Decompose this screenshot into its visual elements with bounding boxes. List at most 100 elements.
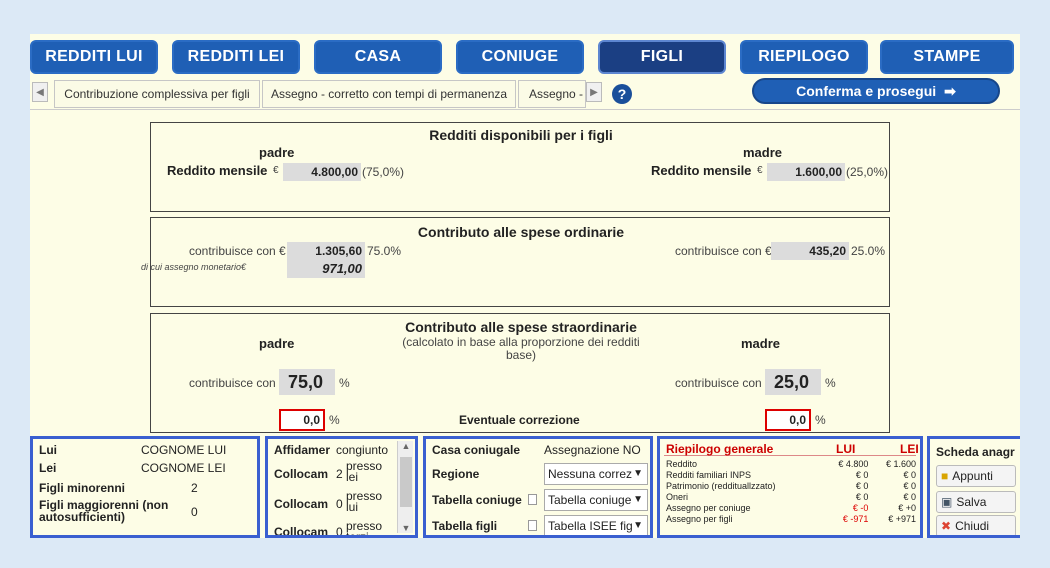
scroll-down-icon[interactable]: ▼ <box>398 523 414 533</box>
collocamento-3-label: Collocam <box>274 525 329 538</box>
panel-redditi-disponibili: Redditi disponibili per i figli padre ma… <box>150 122 890 212</box>
tabella-figli-select[interactable]: Tabella ISEE fig ▼ <box>544 515 648 535</box>
tabella-figli-label: Tabella figli <box>432 519 498 533</box>
tabella-figli-value: Tabella ISEE fig <box>548 519 633 533</box>
padre-corr-pct: % <box>329 413 340 427</box>
madre-reddito-value: 1.600,00 <box>767 163 845 181</box>
panel-riepilogo-generale: Riepilogo generale LUI LEI Reddito € 4.80… <box>657 436 923 538</box>
riepilogo-cell-label: Oneri <box>666 492 689 502</box>
tab-assegno-corretto[interactable]: Assegno - corretto con tempi di permanen… <box>262 80 516 108</box>
riepilogo-row: Patrimonio (reddituallzzato) € 0 € 0 <box>664 481 918 492</box>
riepilogo-cell-label: Assegno per coniuge <box>666 503 751 513</box>
panel-subtitle: (calcolato in base alla proporzione dei … <box>402 335 640 362</box>
riepilogo-cell-lui: € -0 <box>852 503 869 513</box>
nav-redditi-lui[interactable]: REDDITI LUI <box>30 40 158 74</box>
tabella-coniuge-select[interactable]: Tabella coniuge ▼ <box>544 489 648 511</box>
madre-contrib-label: contribuisce con <box>675 376 762 390</box>
panel-spese-straordinarie: Contributo alle spese straordinarie (cal… <box>150 313 890 433</box>
nav-stampe[interactable]: STAMPE <box>880 40 1014 74</box>
panel-scheda: Scheda anagr ■ Appunti ▣ Salva ✖ Chiudi <box>927 436 1020 538</box>
riepilogo-cell-label: Redditi familiari INPS <box>666 470 752 480</box>
padre-reddito-value: 4.800,00 <box>283 163 361 181</box>
riepilogo-lei: LEI <box>900 442 919 456</box>
appunti-button[interactable]: ■ Appunti <box>936 465 1016 487</box>
arrow-right-icon: ➡ <box>944 82 956 99</box>
tab-assegno[interactable]: Assegno - <box>518 80 586 108</box>
madre-label: madre <box>741 336 781 351</box>
collocamento-2-value: presso lui <box>346 489 383 514</box>
madre-contrib-pct-value[interactable]: 25,0 <box>765 369 821 395</box>
madre-contrib-pct: 25.0% <box>851 244 886 258</box>
padre-contrib-pct: 75.0% <box>367 244 402 258</box>
padre-correzione-input[interactable]: 0,0 <box>279 409 325 431</box>
affidamento-label: Affidamer <box>274 443 331 457</box>
main-nav: REDDITI LUI REDDITI LEI CASA CONIUGE FIG… <box>30 40 1020 74</box>
riepilogo-cell-lui: € 0 <box>855 470 869 480</box>
riepilogo-row: Redditi familiari INPS € 0 € 0 <box>664 470 918 481</box>
nav-figli[interactable]: FIGLI <box>598 40 726 74</box>
chiudi-button[interactable]: ✖ Chiudi <box>936 515 1016 535</box>
minori-value: 2 <box>191 481 198 495</box>
scheda-title: Scheda anagr <box>936 445 1015 459</box>
scroll-up-icon[interactable]: ▲ <box>398 441 414 451</box>
save-icon: ▣ <box>941 495 953 509</box>
chevron-down-icon: ▼ <box>633 520 643 531</box>
padre-contrib-value: 1.305,60 <box>287 242 365 260</box>
nav-riepilogo[interactable]: RIEPILOGO <box>740 40 868 74</box>
riepilogo-cell-lei: € 0 <box>903 470 916 480</box>
document-icon[interactable] <box>528 520 537 531</box>
riepilogo-table: Reddito € 4.800 € 1.600 Redditi familiari I… <box>664 459 918 525</box>
scrollbar[interactable]: ▲ ▼ <box>397 441 413 533</box>
help-icon[interactable]: ? <box>612 84 632 104</box>
regione-select[interactable]: Nessuna correz ▼ <box>544 463 648 485</box>
collocamento-1-num: 2 <box>336 467 343 481</box>
confirm-button[interactable]: Conferma e prosegui ➡ <box>752 78 1000 104</box>
confirm-label: Conferma e prosegui <box>796 83 937 99</box>
padre-contrib-label: contribuisce con € <box>189 244 286 258</box>
madre-contrib-value: 435,20 <box>771 242 849 260</box>
casa-label: Casa coniugale <box>432 443 521 457</box>
lui-label: Lui <box>39 443 57 457</box>
lei-value: COGNOME LEI <box>141 461 226 475</box>
padre-label: padre <box>259 145 295 160</box>
lei-label: Lei <box>39 461 57 475</box>
regione-select-value: Nessuna correz <box>548 467 633 481</box>
panel-spese-ordinarie: Contributo alle spese ordinarie contribu… <box>141 217 890 307</box>
app-window: REDDITI LUI REDDITI LEI CASA CONIUGE FIG… <box>30 34 1020 538</box>
riepilogo-cell-lei: € +0 <box>898 503 916 513</box>
padre-label: padre <box>259 336 295 351</box>
panel-title: Contributo alle spese straordinarie <box>405 319 637 335</box>
riepilogo-cell-label: Assegno per figli <box>666 514 733 524</box>
chiudi-label: Chiudi <box>955 519 990 533</box>
regione-label: Regione <box>432 467 480 481</box>
riepilogo-cell-lei: € 0 <box>903 492 916 502</box>
padre-contrib-label: contribuisce con <box>189 376 276 390</box>
panel-title: Redditi disponibili per i figli <box>429 127 613 143</box>
madre-reddito-label: Reddito mensile <box>651 163 752 178</box>
padre-contrib-pct-value[interactable]: 75,0 <box>279 369 335 395</box>
nav-coniuge[interactable]: CONIUGE <box>456 40 584 74</box>
chevron-down-icon: ▼ <box>633 468 643 479</box>
tab-contribuzione[interactable]: Contribuzione complessiva per figli <box>54 80 260 108</box>
collocamento-3-value: presso terzi <box>346 519 383 538</box>
nav-casa[interactable]: CASA <box>314 40 442 74</box>
padre-pct-sign: % <box>339 376 350 390</box>
riepilogo-lui: LUI <box>836 442 856 456</box>
riepilogo-cell-lui: € 0 <box>855 492 869 502</box>
riepilogo-cell-lei: € 0 <box>903 481 916 491</box>
collocamento-2-label: Collocam <box>274 497 329 511</box>
lui-value: COGNOME LUI <box>141 443 227 457</box>
tab-scroll-left-icon[interactable]: ◀ <box>32 82 48 102</box>
nav-redditi-lei[interactable]: REDDITI LEI <box>172 40 300 74</box>
document-icon[interactable] <box>528 494 537 505</box>
salva-button[interactable]: ▣ Salva <box>936 491 1016 513</box>
madre-correzione-input[interactable]: 0,0 <box>765 409 811 431</box>
madre-label: madre <box>743 145 783 160</box>
scrollbar-thumb[interactable] <box>400 457 412 507</box>
chevron-down-icon: ▼ <box>633 494 643 505</box>
riepilogo-header: Riepilogo generale LUI LEI <box>664 442 919 456</box>
tab-scroll-right-icon[interactable]: ▶ <box>586 82 602 102</box>
tabella-coniuge-value: Tabella coniuge <box>548 493 632 507</box>
panel-title: Contributo alle spese ordinarie <box>417 224 625 240</box>
sub-tabs: ◀ Contribuzione complessiva per figli As… <box>30 78 1020 110</box>
